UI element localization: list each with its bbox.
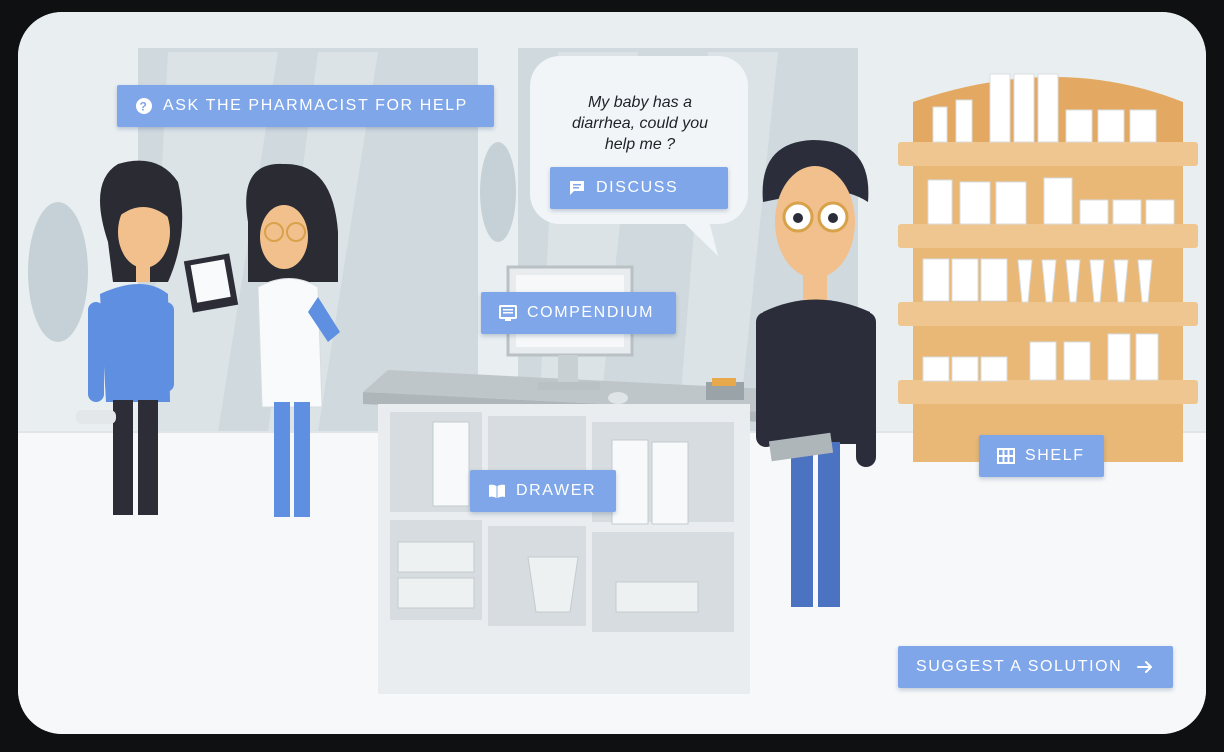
suggest-solution-label: SUGGEST A SOLUTION [916, 658, 1123, 675]
speech-bubble: My baby has a diarrhea, could you help m… [560, 92, 720, 155]
speech-line: My baby has a [587, 94, 693, 111]
svg-text:?: ? [140, 100, 149, 114]
grid-icon [997, 447, 1015, 465]
shelf-unit [898, 73, 1198, 462]
arrow-right-icon [1136, 658, 1154, 676]
drawer-label: DRAWER [516, 482, 597, 499]
ask-pharmacist-label: ASK THE PHARMACIST FOR HELP [163, 97, 468, 114]
help-circle-icon: ? [135, 97, 153, 115]
shelf-button[interactable]: SHELF [979, 435, 1104, 477]
speech-line: diarrhea, could you [571, 115, 709, 132]
compendium-label: COMPENDIUM [527, 304, 655, 321]
suggest-solution-button[interactable]: SUGGEST A SOLUTION [898, 646, 1173, 688]
pharmacy-scene: My baby has a diarrhea, could you help m… [18, 12, 1206, 734]
compendium-button[interactable]: COMPENDIUM [481, 292, 676, 334]
drawer-button[interactable]: DRAWER [470, 470, 616, 512]
shelf-label: SHELF [1025, 447, 1085, 464]
monitor-list-icon [499, 304, 517, 322]
discuss-label: DISCUSS [596, 179, 679, 196]
chat-icon [568, 179, 586, 197]
open-book-icon [488, 482, 506, 500]
speech-line: help me ? [604, 136, 676, 153]
discuss-button[interactable]: DISCUSS [550, 167, 728, 209]
ask-pharmacist-button[interactable]: ? ASK THE PHARMACIST FOR HELP [117, 85, 494, 127]
